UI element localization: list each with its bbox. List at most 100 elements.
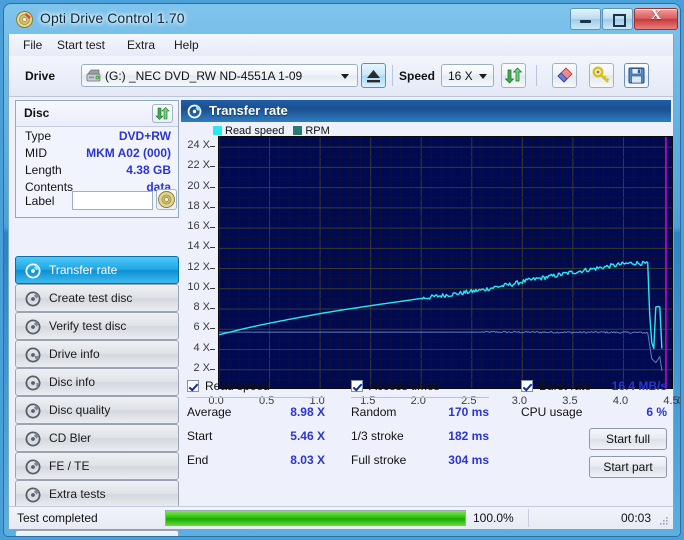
disc-box-title: Disc [24, 106, 49, 120]
key-icon [590, 64, 613, 87]
sidebar-item-label: Disc quality [49, 403, 110, 417]
chart-y-tick-mark [210, 227, 215, 228]
stats-panel: Read speed Average 8.98 X Start 5.46 X E… [181, 378, 671, 524]
save-button[interactable] [624, 63, 649, 88]
legend-swatch-rpm [293, 126, 302, 135]
refresh-icon [502, 64, 525, 87]
chart-title: Transfer rate [209, 103, 288, 118]
menu-help[interactable]: Help [168, 37, 205, 53]
sidebar-item-extra-tests[interactable]: Extra tests [15, 480, 179, 508]
drive-toolbar: Drive (G:) _NEC DVD_RW ND-4551A 1-09 [9, 56, 673, 97]
sidebar-item-transfer-rate[interactable]: Transfer rate [15, 256, 179, 284]
read-speed-header: Read speed [205, 379, 270, 393]
start-full-button[interactable]: Start full [589, 428, 667, 450]
sidebar-item-cd-bler[interactable]: CD Bler [15, 424, 179, 452]
stat-value-full-stroke: 304 ms [419, 453, 489, 467]
stat-value-third-stroke: 182 ms [419, 429, 489, 443]
status-window-button[interactable]: Status window > > [15, 530, 179, 536]
sidebar-item-fe-te[interactable]: FE / TE [15, 452, 179, 480]
disc-bler-icon [25, 431, 41, 447]
disc-box-header: Disc [16, 101, 178, 127]
sidebar-item-disc-info[interactable]: Disc info [15, 368, 179, 396]
disc-burn-icon [25, 291, 41, 307]
chart-plot-area[interactable] [218, 136, 673, 389]
chevron-down-icon[interactable] [341, 74, 349, 79]
elapsed-time: 00:03 [621, 511, 651, 525]
chevron-down-icon[interactable] [479, 74, 487, 79]
stat-key-third-stroke: 1/3 stroke [351, 429, 404, 443]
sidebar-item-verify-test-disc[interactable]: Verify test disc [15, 312, 179, 340]
chart-y-tick-mark [210, 369, 215, 370]
chart-y-tick-label: 10 X [187, 281, 210, 293]
close-button[interactable]: X [634, 8, 678, 30]
sidebar-item-disc-quality[interactable]: Disc quality [15, 396, 179, 424]
title-bar: Opti Drive Control 1.70 X [4, 4, 680, 34]
stat-value-end: 8.03 X [255, 453, 325, 467]
chart-y-tick-mark [210, 308, 215, 309]
chart-y-tick-mark [210, 268, 215, 269]
menu-start-test[interactable]: Start test [51, 37, 111, 53]
chart-y-tick-mark [210, 288, 215, 289]
chart-legend: Read speedRPM [213, 123, 339, 136]
chart-y-tick-mark [210, 207, 215, 208]
speed-select[interactable]: 16 X [441, 64, 494, 87]
progress-bar-fill [166, 511, 465, 525]
eject-button[interactable] [361, 63, 386, 88]
legend-swatch-read-speed [213, 126, 222, 135]
chart-y-tick-label: 8 X [193, 301, 210, 313]
disc-label-cd-button[interactable] [156, 189, 177, 210]
menu-extra[interactable]: Extra [121, 37, 161, 53]
sidebar-item-label: FE / TE [49, 459, 89, 473]
burst-rate-value: 16.4 MB/s [591, 379, 667, 393]
cd-icon [157, 190, 176, 209]
refresh-icon [153, 105, 172, 122]
chart-y-tick-label: 22 X [187, 159, 210, 171]
disc-key: MID [25, 146, 47, 160]
stat-value-random: 170 ms [419, 405, 489, 419]
burst-rate-checkbox[interactable] [521, 380, 533, 392]
disc-value: MKM A02 (000) [86, 146, 171, 160]
disc-key: Contents [25, 180, 73, 194]
stat-value-cpu-usage: 6 % [591, 405, 667, 419]
chart-y-tick-mark [210, 349, 215, 350]
refresh-button[interactable] [501, 63, 526, 88]
resize-grip-icon[interactable] [659, 516, 669, 526]
menu-file[interactable]: File [17, 37, 48, 53]
divider [351, 397, 489, 398]
toolbar-separator [392, 65, 393, 86]
divider [187, 397, 325, 398]
disc-value: DVD+RW [119, 129, 171, 143]
drive-value: (G:) _NEC DVD_RW ND-4551A 1-09 [105, 69, 302, 83]
client-area: File Start test Extra Help Drive (G:) _N… [8, 34, 674, 530]
stat-key-end: End [187, 453, 208, 467]
start-part-button[interactable]: Start part [589, 456, 667, 478]
maximize-button[interactable] [602, 8, 633, 30]
read-speed-checkbox[interactable] [187, 380, 199, 392]
toolbar-separator-2 [536, 65, 537, 86]
progress-bar [165, 510, 466, 526]
disc-quality-icon [25, 403, 41, 419]
disc-label-input[interactable] [72, 191, 153, 210]
disc-extra-icon [25, 487, 41, 503]
disc-refresh-button[interactable] [152, 104, 173, 123]
access-times-header: Access times [369, 379, 440, 393]
chart-y-tick-label: 6 X [193, 321, 210, 333]
chart-y-tick-mark [210, 247, 215, 248]
settings-key-button[interactable] [589, 63, 614, 88]
stat-key-random: Random [351, 405, 396, 419]
stat-key-average: Average [187, 405, 231, 419]
speed-label: Speed [399, 69, 435, 83]
disc-test-icon [187, 104, 202, 119]
chart-y-tick-label: 4 X [193, 342, 210, 354]
access-times-checkbox[interactable] [351, 380, 363, 392]
erase-button[interactable] [552, 63, 577, 88]
chart-y-tick-label: 14 X [187, 240, 210, 252]
sidebar-item-create-test-disc[interactable]: Create test disc [15, 284, 179, 312]
sidebar-item-drive-info[interactable]: Drive info [15, 340, 179, 368]
minimize-icon [580, 20, 591, 23]
disc-key: Label [25, 194, 54, 208]
disc-test-icon [25, 263, 41, 279]
drive-select[interactable]: (G:) _NEC DVD_RW ND-4551A 1-09 [81, 64, 358, 87]
minimize-button[interactable] [570, 8, 601, 30]
disc-row-length: Length 4.38 GB [16, 163, 178, 180]
